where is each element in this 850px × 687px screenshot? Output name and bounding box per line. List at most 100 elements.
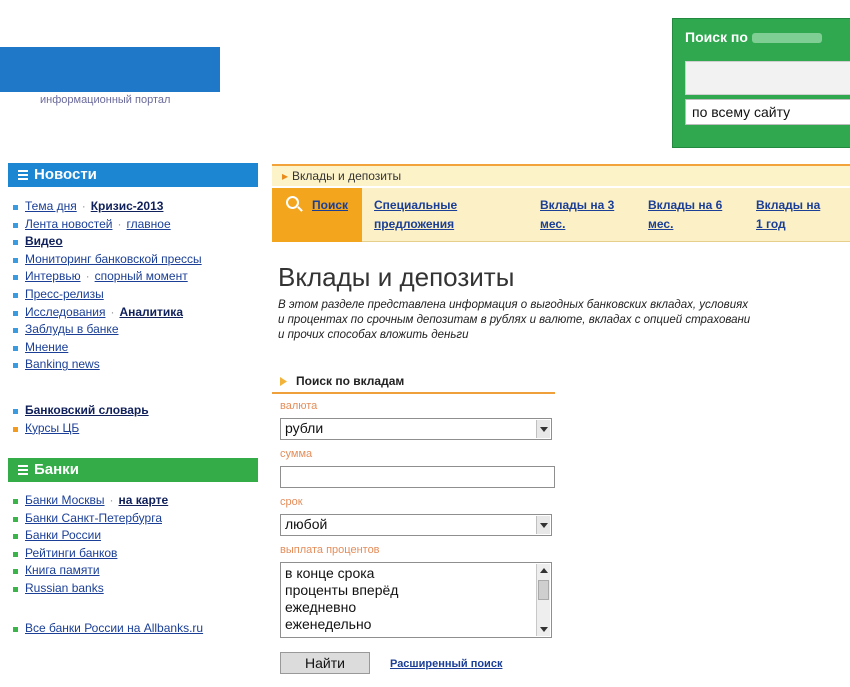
list-item: Книга памяти [10, 562, 260, 580]
scroll-down-icon[interactable] [540, 627, 548, 632]
list-item: Интервью · спорный момент [10, 268, 260, 286]
list-item: Все банки России на Allbanks.ru [10, 620, 260, 638]
section-nav: Поиск Специальные предложения Вклады на … [272, 188, 850, 242]
tab-special-line2[interactable]: предложения [374, 215, 454, 234]
term-select[interactable]: любой [280, 514, 552, 536]
list-item: Банки Санкт-Петербурга [10, 510, 260, 528]
list-item: Пресс-релизы [10, 286, 260, 304]
menu-link[interactable]: Банки Москвы [25, 493, 105, 507]
menu-link[interactable]: Тема дня [25, 199, 77, 213]
separator: · [109, 493, 114, 507]
menu-link[interactable]: Исследования [25, 305, 105, 319]
payout-option[interactable]: в конце срока [285, 565, 547, 582]
list-item: Банковский словарь [10, 402, 260, 420]
scroll-thumb[interactable] [538, 580, 549, 600]
list-item: Мониторинг банковской прессы [10, 251, 260, 269]
separator: · [110, 304, 115, 319]
list-item: Заблуды в банке [10, 321, 260, 339]
tab-3m-line2[interactable]: мес. [540, 215, 565, 234]
list-item: Банки России [10, 527, 260, 545]
menu-link[interactable]: Мнение [25, 340, 68, 354]
amount-label: сумма [280, 448, 313, 460]
page-title: Вклады и депозиты [278, 262, 515, 292]
currency-label: валюта [280, 400, 318, 412]
news-menu: Тема дня · Кризис-2013 Лента новостей · главн… [10, 198, 260, 374]
logo-subtitle: информационный портал [40, 94, 171, 106]
list-item: Курсы ЦБ [10, 420, 260, 438]
payout-option[interactable]: проценты вперёд [285, 582, 547, 599]
search-icon [286, 196, 299, 209]
site-search-box: Поиск по по всему сайту [672, 18, 850, 148]
menu-link[interactable]: Лента новостей [25, 217, 113, 231]
payout-label: выплата процентов [280, 544, 380, 556]
menu-link[interactable]: Банки России [25, 528, 101, 542]
payout-listbox[interactable]: в конце срока проценты вперёд ежедневно … [280, 562, 552, 638]
search-scope-select[interactable]: по всему сайту [685, 99, 850, 125]
tab-1y-line1[interactable]: Вклады на [756, 196, 820, 215]
arrow-icon [280, 377, 287, 386]
banks-heading: Банки [8, 458, 258, 482]
allbanks-menu: Все банки России на Allbanks.ru [10, 620, 260, 638]
chevron-down-icon[interactable] [536, 420, 550, 438]
tab-6m-line1[interactable]: Вклады на 6 [648, 196, 722, 215]
link-cbr-rates[interactable]: Курсы ЦБ [25, 421, 79, 435]
menu-link[interactable]: Пресс-релизы [25, 287, 104, 301]
link-all-banks[interactable]: Все банки России на Allbanks.ru [25, 621, 203, 635]
list-item: Банки Москвы · на карте [10, 492, 260, 510]
site-search-title: Поиск по [685, 29, 822, 45]
menu-link[interactable]: спорный момент [95, 269, 188, 283]
advanced-search-link[interactable]: Расширенный поиск [390, 658, 502, 670]
menu-icon [18, 170, 28, 180]
menu-link[interactable]: Интервью [25, 269, 81, 283]
payout-option[interactable]: ежедневно [285, 599, 547, 616]
separator: · [117, 216, 122, 231]
menu-link[interactable]: Кризис-2013 [91, 199, 164, 213]
tab-search-label[interactable]: Поиск [312, 196, 348, 215]
tab-3m-line1[interactable]: Вклады на 3 [540, 196, 614, 215]
menu-link[interactable]: Banking news [25, 357, 100, 371]
site-search-input[interactable] [685, 61, 850, 95]
tab-search[interactable]: Поиск [272, 188, 362, 242]
amount-input[interactable] [280, 466, 555, 488]
list-item: Исследования · Аналитика [10, 304, 260, 322]
banks-menu: Банки Москвы · на карте Банки Санкт-Петербу… [10, 492, 260, 598]
tab-special-line1[interactable]: Специальные [374, 196, 457, 215]
separator: · [81, 199, 86, 213]
chevron-down-icon[interactable] [536, 516, 550, 534]
link-dictionary[interactable]: Банковский словарь [25, 403, 149, 417]
menu-icon [18, 465, 28, 475]
currency-select[interactable]: рубли [280, 418, 552, 440]
site-logo[interactable] [0, 47, 220, 92]
menu-link[interactable]: на карте [119, 493, 169, 507]
payout-option[interactable]: еженедельно [285, 616, 547, 633]
listbox-scrollbar[interactable] [536, 564, 550, 636]
menu-link[interactable]: Видео [25, 234, 63, 248]
list-item: Тема дня · Кризис-2013 [10, 198, 260, 216]
menu-link[interactable]: Книга памяти [25, 563, 100, 577]
menu-link[interactable]: Банки Санкт-Петербурга [25, 511, 162, 525]
list-item: Видео [10, 233, 260, 251]
tab-1y-line2[interactable]: 1 год [756, 215, 786, 234]
list-item: Мнение [10, 339, 260, 357]
list-item: Banking news [10, 356, 260, 374]
menu-link[interactable]: Рейтинги банков [25, 546, 117, 560]
menu-link[interactable]: Аналитика [119, 305, 183, 319]
menu-link[interactable]: Мониторинг банковской прессы [25, 252, 202, 266]
separator: · [85, 269, 90, 284]
news-heading: Новости [8, 163, 258, 187]
menu-link[interactable]: Заблуды в банке [25, 322, 119, 336]
form-heading: Поиск по вкладам [272, 368, 555, 394]
deposit-search-form: Поиск по вкладам валюта рубли сумма срок… [272, 368, 555, 687]
arrow-icon: ▸ [282, 169, 289, 183]
find-button[interactable]: Найти [280, 652, 370, 674]
menu-link[interactable]: главное [127, 217, 171, 231]
list-item: Лента новостей · главное [10, 216, 260, 234]
breadcrumb: ▸ Вклады и депозиты [272, 164, 850, 186]
menu-link[interactable]: Russian banks [25, 581, 104, 595]
intro-text: В этом разделе представлена информация о… [278, 299, 751, 341]
list-item: Рейтинги банков [10, 545, 260, 563]
tab-6m-line2[interactable]: мес. [648, 215, 673, 234]
scroll-up-icon[interactable] [540, 568, 548, 573]
list-item: Russian banks [10, 580, 260, 598]
term-label: срок [280, 496, 303, 508]
